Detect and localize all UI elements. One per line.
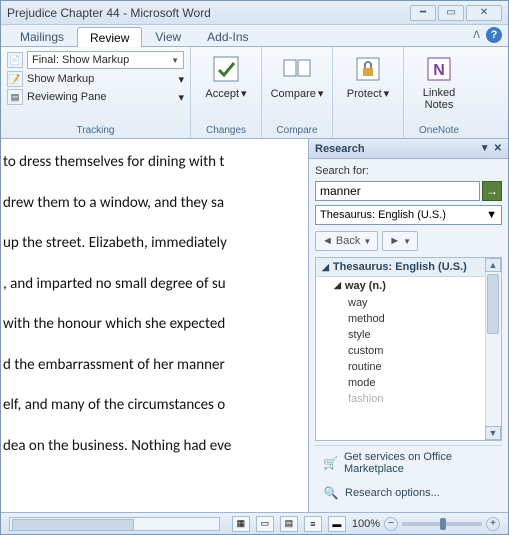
protect-icon [352, 53, 384, 85]
start-search-button[interactable]: → [482, 181, 502, 201]
chevron-down-icon: ▼ [403, 237, 411, 246]
help-button[interactable]: ? [486, 27, 502, 43]
doc-line: dea on the business. Nothing had eve [1, 435, 308, 458]
synonym-item[interactable]: custom [316, 343, 501, 359]
doc-line: with the honour which she expected [1, 313, 308, 336]
doc-line: d the embarrassment of her manner [1, 354, 308, 377]
research-pane-title: Research ▼ ✕ [309, 139, 508, 159]
print-layout-view-button[interactable]: ▦ [232, 516, 250, 532]
horizontal-scrollbar[interactable] [9, 517, 220, 531]
chevron-down-icon: ▼ [171, 56, 179, 65]
title-bar: Prejudice Chapter 44 - Microsoft Word ━ … [1, 1, 508, 25]
group-label-tracking: Tracking [7, 123, 184, 136]
doc-line: up the street. Elizabeth, immediately [1, 232, 308, 255]
options-icon: 🔍 [323, 485, 339, 501]
synonym-item[interactable]: mode [316, 375, 501, 391]
research-pane: Research ▼ ✕ Search for: → Thesaurus: En… [308, 139, 508, 512]
linked-notes-button[interactable]: N Linked Notes [410, 51, 468, 111]
balloons-icon[interactable]: 📄 [7, 52, 23, 68]
forward-icon: ► [389, 235, 400, 247]
display-for-review-value: Final: Show Markup [32, 54, 129, 66]
tab-view[interactable]: View [142, 26, 194, 46]
chevron-down-icon: ▼ [486, 209, 497, 221]
doc-line: drew them to a window, and they sa [1, 192, 308, 215]
group-tracking: 📄 Final: Show Markup ▼ 📝 Show Markup ▾ ▤… [1, 47, 191, 138]
outline-view-button[interactable]: ≡ [304, 516, 322, 532]
zoom-level[interactable]: 100% [352, 518, 380, 530]
chevron-down-icon[interactable]: ▾ [178, 73, 184, 86]
search-for-label: Search for: [315, 165, 502, 177]
doc-line: elf, and many of the circumstances o [1, 394, 308, 417]
results-word-header[interactable]: ◢ way (n.) [316, 277, 501, 295]
protect-button[interactable]: Protect▾ [339, 51, 397, 100]
tab-addins[interactable]: Add-Ins [194, 26, 261, 46]
chevron-down-icon[interactable]: ▾ [178, 91, 184, 104]
zoom-in-button[interactable]: + [486, 517, 500, 531]
status-bar: ▦ ▭ ▤ ≡ ▬ 100% − + [1, 512, 508, 534]
synonym-item[interactable]: style [316, 327, 501, 343]
group-label-protect [339, 123, 397, 136]
ribbon-tabs: Mailings Review View Add-Ins ᐱ ? [1, 25, 508, 47]
document-area[interactable]: to dress themselves for dining with t dr… [1, 139, 308, 512]
office-marketplace-link[interactable]: 🛒 Get services on Office Marketplace [315, 446, 502, 480]
collapse-icon: ◢ [322, 262, 329, 273]
pane-close-icon[interactable]: ✕ [494, 143, 502, 154]
doc-line: to dress themselves for dining with t [1, 151, 308, 174]
web-layout-view-button[interactable]: ▤ [280, 516, 298, 532]
group-label-onenote: OneNote [410, 123, 468, 136]
scroll-down-icon[interactable]: ▼ [485, 426, 501, 440]
tab-review[interactable]: Review [77, 27, 142, 47]
ribbon: 📄 Final: Show Markup ▼ 📝 Show Markup ▾ ▤… [1, 47, 508, 139]
zoom-slider[interactable] [402, 522, 482, 526]
synonym-item[interactable]: method [316, 311, 501, 327]
synonym-item[interactable]: way [316, 295, 501, 311]
group-protect: Protect▾ [333, 47, 404, 138]
group-onenote: N Linked Notes OneNote [404, 47, 474, 138]
group-label-changes: Changes [197, 123, 255, 136]
close-button[interactable]: ✕ [466, 5, 502, 21]
svg-text:N: N [433, 62, 445, 79]
reviewing-pane-icon[interactable]: ▤ [7, 89, 23, 105]
accept-button[interactable]: Accept▾ [197, 51, 255, 100]
show-markup-icon[interactable]: 📝 [7, 71, 23, 87]
reviewing-pane-button[interactable]: Reviewing Pane [27, 91, 174, 103]
draft-view-button[interactable]: ▬ [328, 516, 346, 532]
reference-source-dropdown[interactable]: Thesaurus: English (U.S.) ▼ [315, 205, 502, 225]
back-icon: ◄ [322, 235, 333, 247]
window-controls: ━ ▭ ✕ [410, 5, 502, 21]
back-button[interactable]: ◄ Back ▼ [315, 231, 378, 251]
compare-icon [281, 53, 313, 85]
synonym-item[interactable]: fashion [316, 391, 501, 407]
doc-line: , and imparted no small degree of su [1, 273, 308, 296]
group-compare: Compare▾ Compare [262, 47, 333, 138]
show-markup-button[interactable]: Show Markup [27, 73, 174, 85]
group-changes: Accept▾ Changes [191, 47, 262, 138]
collapse-icon: ◢ [334, 280, 341, 292]
onenote-icon: N [423, 53, 455, 85]
results-list: ◢ Thesaurus: English (U.S.) ◢ way (n.) w… [315, 257, 502, 441]
scroll-thumb[interactable] [487, 274, 499, 334]
zoom-out-button[interactable]: − [384, 517, 398, 531]
compare-button[interactable]: Compare▾ [268, 51, 326, 100]
chevron-down-icon: ▼ [363, 237, 371, 246]
research-options-link[interactable]: 🔍 Research options... [315, 480, 502, 506]
minimize-ribbon-icon[interactable]: ᐱ [473, 30, 480, 41]
forward-button[interactable]: ► ▼ [382, 231, 418, 251]
pane-menu-icon[interactable]: ▼ [480, 143, 490, 154]
display-for-review-dropdown[interactable]: Final: Show Markup ▼ [27, 51, 184, 69]
scroll-up-icon[interactable]: ▲ [485, 258, 501, 272]
results-source-header[interactable]: ◢ Thesaurus: English (U.S.) [316, 258, 501, 277]
group-label-compare: Compare [268, 123, 326, 136]
search-input[interactable] [315, 181, 480, 201]
maximize-button[interactable]: ▭ [438, 5, 464, 21]
accept-icon [210, 53, 242, 85]
synonym-item[interactable]: routine [316, 359, 501, 375]
full-screen-view-button[interactable]: ▭ [256, 516, 274, 532]
results-scrollbar[interactable]: ▲ ▼ [485, 258, 501, 440]
marketplace-icon: 🛒 [323, 455, 338, 471]
minimize-button[interactable]: ━ [410, 5, 436, 21]
tab-mailings[interactable]: Mailings [7, 26, 77, 46]
window-title: Prejudice Chapter 44 - Microsoft Word [7, 6, 410, 20]
